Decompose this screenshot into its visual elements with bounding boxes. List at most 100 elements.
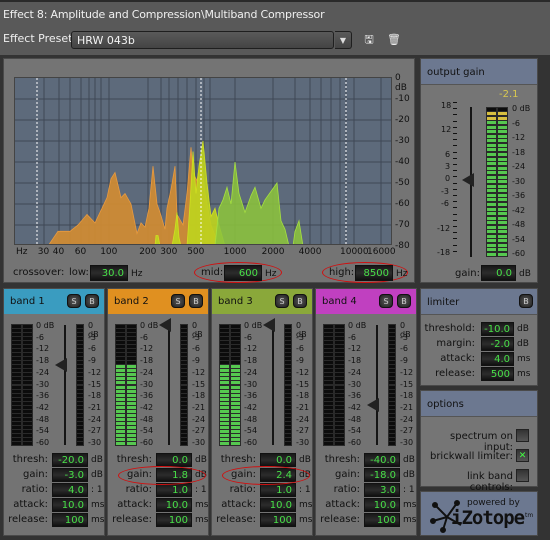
thresh-unit: dB: [195, 455, 207, 465]
threshold-slider-track[interactable]: [272, 325, 274, 445]
bypass-button[interactable]: B: [189, 294, 203, 308]
meter-segment: [335, 442, 344, 446]
meter-segment: [335, 332, 344, 336]
meter-segment: [77, 340, 83, 344]
meter-segment: [389, 381, 395, 385]
threshold-slider-thumb[interactable]: [55, 358, 67, 372]
attack-input[interactable]: 10.0: [52, 498, 88, 512]
attack-input[interactable]: 10.0: [156, 498, 192, 512]
meter-segment: [487, 166, 496, 170]
save-icon[interactable]: 🖫: [363, 33, 375, 46]
x-tick-label: Hz: [16, 247, 28, 257]
output-meter-scale-label: -60: [512, 249, 526, 258]
solo-button[interactable]: S: [379, 294, 393, 308]
meter-segment: [181, 413, 187, 417]
output-meter-scale-label: -18: [512, 147, 526, 157]
spectrum-plot[interactable]: [14, 77, 392, 245]
level-scale-label: -60: [140, 438, 154, 447]
meter-segment: [285, 348, 291, 352]
slider-tick: [453, 139, 457, 141]
option-checkbox[interactable]: [516, 429, 529, 442]
release-input[interactable]: 100: [364, 513, 400, 527]
release-input[interactable]: 100: [156, 513, 192, 527]
limiter-threshold-input[interactable]: -10.0: [481, 322, 514, 336]
gain-label: gain:: [23, 469, 48, 480]
release-input[interactable]: 100: [52, 513, 88, 527]
band-panel-2: band 2SB0 dB -6 -12 -18 -24 -30 -36 -42 -48 -54 -6…: [107, 288, 209, 536]
thresh-input[interactable]: 0.0: [260, 453, 296, 467]
meter-segment: [231, 324, 240, 328]
meter-segment: [181, 381, 187, 385]
meter-segment: [127, 328, 136, 332]
meter-segment: [487, 212, 496, 216]
chevron-down-icon[interactable]: ▼: [335, 31, 352, 49]
solo-button[interactable]: S: [67, 294, 81, 308]
meter-segment: [12, 381, 21, 385]
limiter-margin-input[interactable]: -2.0: [481, 337, 514, 351]
threshold-slider-track[interactable]: [64, 325, 66, 445]
meter-segment: [127, 413, 136, 417]
meter-segment: [116, 426, 125, 430]
preset-select[interactable]: HRW 043b: [71, 31, 334, 49]
threshold-slider-thumb[interactable]: [263, 318, 275, 332]
gain-unit: dB: [403, 470, 415, 480]
attack-input[interactable]: 10.0: [260, 498, 296, 512]
option-checkbox[interactable]: ✕: [516, 449, 529, 462]
gr-scale-label: -15: [400, 379, 414, 389]
gain-input[interactable]: -3.0: [52, 468, 88, 482]
ratio-input[interactable]: 1.0: [156, 483, 192, 497]
ratio-input[interactable]: 1.0: [260, 483, 296, 497]
limiter-bypass-button[interactable]: B: [519, 294, 533, 308]
level-scale-label: -42: [244, 402, 258, 412]
meter-segment: [181, 409, 187, 413]
output-gain-slider-thumb[interactable]: [462, 173, 474, 187]
thresh-input[interactable]: 0.0: [156, 453, 192, 467]
limiter-attack-input[interactable]: 4.0: [481, 352, 514, 366]
threshold-slider-thumb[interactable]: [367, 398, 379, 412]
gain-input[interactable]: -18.0: [364, 468, 400, 482]
meter-segment: [23, 344, 32, 348]
ratio-input[interactable]: 4.0: [52, 483, 88, 497]
bypass-button[interactable]: B: [397, 294, 411, 308]
solo-button[interactable]: S: [171, 294, 185, 308]
level-scale-label: -18: [244, 356, 258, 366]
threshold-slider-track[interactable]: [376, 325, 378, 445]
slider-tick: [453, 133, 457, 134]
meter-segment: [220, 401, 229, 405]
thresh-input[interactable]: -20.0: [52, 453, 88, 467]
crossover-high-unit: Hz: [396, 269, 408, 279]
ratio-input[interactable]: 3.0: [364, 483, 400, 497]
gr-scale-label: -6: [192, 344, 200, 354]
meter-segment: [498, 125, 507, 129]
gain-reduction-meter: [388, 324, 396, 446]
level-scale-label: -6: [140, 332, 148, 342]
output-gain-input[interactable]: 0.0: [481, 265, 516, 281]
crossover-low-input[interactable]: 30.0: [90, 265, 128, 281]
limiter-release-input[interactable]: 500: [481, 367, 514, 381]
y-tick-label: -30: [395, 136, 410, 146]
meter-segment: [498, 116, 507, 120]
crossover-mid-input[interactable]: 600: [224, 265, 262, 281]
level-scale-label: -12: [244, 344, 258, 354]
meter-segment: [23, 422, 32, 426]
meter-segment: [231, 393, 240, 397]
option-checkbox[interactable]: [516, 469, 529, 482]
threshold-slider-thumb[interactable]: [159, 318, 171, 332]
meter-segment: [389, 365, 395, 369]
meter-segment: [116, 352, 125, 356]
attack-input[interactable]: 10.0: [364, 498, 400, 512]
meter-segment: [23, 377, 32, 381]
bypass-button[interactable]: B: [85, 294, 99, 308]
bypass-button[interactable]: B: [293, 294, 307, 308]
trash-icon[interactable]: 🗑: [387, 33, 401, 46]
crossover-high-input[interactable]: 8500: [355, 265, 393, 281]
release-input[interactable]: 100: [260, 513, 296, 527]
meter-segment: [220, 344, 229, 348]
meter-segment: [127, 434, 136, 438]
meter-segment: [324, 365, 333, 369]
meter-segment: [12, 377, 21, 381]
solo-button[interactable]: S: [275, 294, 289, 308]
threshold-slider-track[interactable]: [168, 325, 170, 445]
meter-segment: [181, 373, 187, 377]
thresh-input[interactable]: -40.0: [364, 453, 400, 467]
